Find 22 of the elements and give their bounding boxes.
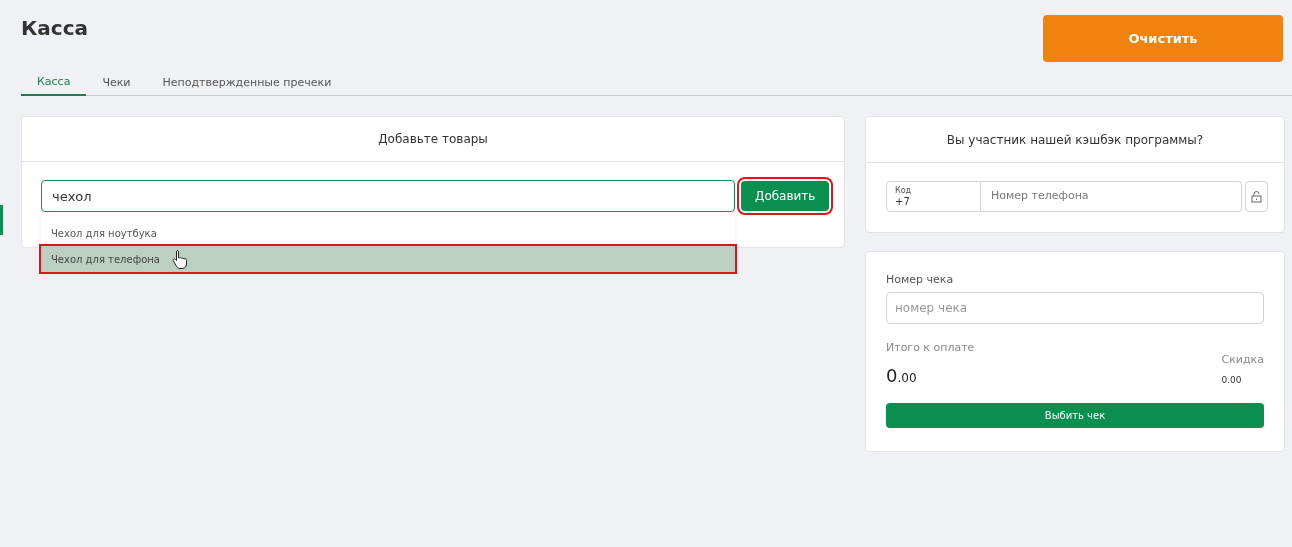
search-field[interactable]: чехол — [41, 180, 735, 212]
tab[interactable]: Чеки — [86, 70, 147, 96]
tab[interactable]: Неподтвержденные пречеки — [146, 70, 348, 96]
lock-icon — [1251, 190, 1262, 203]
total-label: Итого к оплате — [886, 339, 975, 356]
print-receipt-button[interactable]: Выбить чек — [886, 403, 1264, 428]
discount-label: Скидка — [1221, 351, 1264, 368]
discount-value: 0.00 — [1221, 374, 1242, 387]
receipt-field[interactable]: номер чека — [886, 291, 1264, 324]
tab[interactable]: Касса — [21, 70, 87, 96]
lock-button[interactable] — [1245, 181, 1268, 212]
code-field[interactable]: Код +7 — [886, 181, 981, 212]
card-title: Добавьте товары — [378, 130, 488, 148]
hand-cursor-icon — [172, 249, 188, 269]
suggestion-item[interactable]: Чехол для ноутбука — [41, 220, 735, 246]
page-title: Касса — [21, 15, 89, 42]
total-amount: 0.00 — [886, 364, 918, 388]
phone-field[interactable]: Номер телефона — [981, 181, 1242, 212]
field-label: Номер чека — [886, 272, 955, 288]
suggestion-item[interactable]: Чехол для телефона — [41, 246, 735, 272]
card-title: Вы участник нашей кэшбэк программы? — [946, 131, 1204, 149]
edge-marker — [0, 205, 3, 235]
